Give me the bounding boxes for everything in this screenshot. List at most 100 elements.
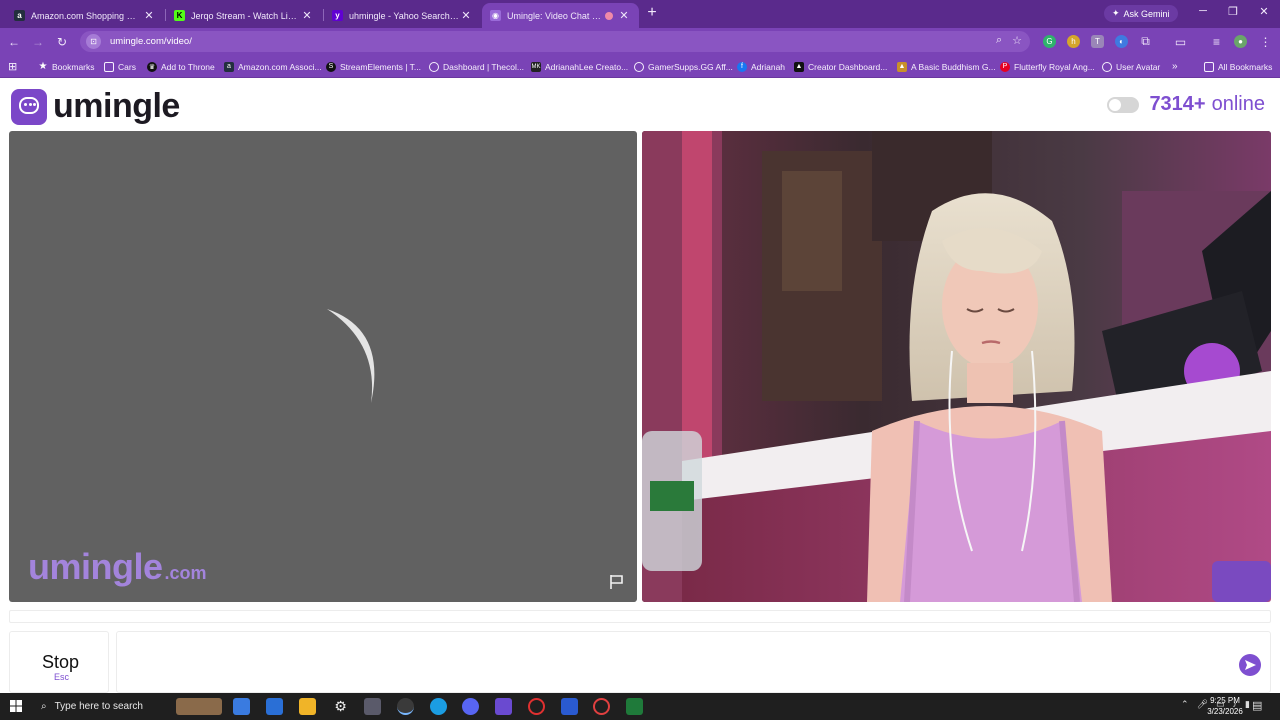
site-logo[interactable]: umingle: [11, 87, 180, 126]
taskbar-clock[interactable]: 9:25 PM 3/23/2026: [1203, 695, 1247, 717]
logo-text: umingle: [53, 87, 180, 125]
windows-start-icon[interactable]: [10, 700, 22, 712]
cast-icon[interactable]: ▭: [1174, 35, 1187, 49]
tab-amazon-cart[interactable]: a Amazon.com Shopping Cart ✕: [6, 3, 164, 28]
file-explorer-icon[interactable]: [299, 698, 316, 715]
pinterest-icon: P: [1000, 61, 1010, 72]
copilot-app-icon[interactable]: [495, 698, 512, 715]
chrome-icon[interactable]: [397, 698, 414, 715]
media-controls-icon[interactable]: ≡: [1210, 35, 1223, 49]
apps-grid-icon[interactable]: ⊞: [8, 60, 17, 73]
search-icon: ⌕: [41, 701, 47, 712]
bookmark-label: Add to Throne: [161, 61, 215, 72]
amazon-icon: a: [224, 61, 234, 72]
discord-icon[interactable]: [462, 698, 479, 715]
tab-kick-stream[interactable]: K Jerqo Stream - Watch Live on K ✕: [166, 3, 322, 28]
globe-icon: [429, 61, 439, 72]
grammarly-extension-icon[interactable]: G: [1043, 35, 1056, 48]
stop-shortcut-hint: Esc: [54, 672, 70, 682]
online-count: 7314+: [1149, 93, 1206, 115]
bookmark-item[interactable]: ★ Bookmarks: [38, 60, 95, 73]
close-tab-icon[interactable]: ✕: [459, 9, 473, 22]
menu-kebab-icon[interactable]: ⋮: [1259, 35, 1272, 49]
bookmark-item[interactable]: P Flutterfly Royal Ang...: [1000, 60, 1095, 73]
opera-icon[interactable]: [528, 698, 545, 715]
address-bar[interactable]: ⊡ umingle.com/video/ ⌕ ☆: [80, 31, 1030, 52]
bookmark-item[interactable]: ▲ A Basic Buddhism G...: [897, 60, 996, 73]
online-label: online: [1211, 93, 1265, 115]
stop-button[interactable]: Stop Esc: [9, 631, 109, 693]
edge-icon[interactable]: [430, 698, 447, 715]
kick-icon: K: [174, 10, 185, 21]
umingle-page: umingle 7314+ online umingle .com Stop E…: [0, 79, 1280, 693]
site-info-icon[interactable]: ⊡: [86, 34, 101, 49]
extension-t-icon[interactable]: T: [1091, 35, 1104, 48]
yahoo-icon: y: [332, 10, 343, 21]
store-icon[interactable]: [364, 698, 381, 715]
all-bookmarks-button[interactable]: All Bookmarks: [1204, 60, 1272, 73]
tab-umingle[interactable]: ◉ Umingle: Video Chat with S ✕: [482, 3, 639, 28]
mk-icon: MK: [531, 61, 541, 72]
extension-blue-icon[interactable]: ◐: [1115, 35, 1128, 48]
minimize-icon[interactable]: ─: [1196, 5, 1210, 17]
close-tab-icon[interactable]: ✕: [300, 9, 314, 22]
close-window-icon[interactable]: ✕: [1257, 5, 1271, 18]
tab-title: Jerqo Stream - Watch Live on K: [191, 10, 300, 21]
app-blue-icon[interactable]: [561, 698, 578, 715]
chat-message-input[interactable]: [116, 631, 1271, 693]
copilot-icon[interactable]: [233, 698, 250, 715]
extensions-puzzle-icon[interactable]: ⧉: [1139, 34, 1152, 48]
reload-icon[interactable]: ↻: [54, 34, 70, 50]
bookmark-star-icon[interactable]: ☆: [1012, 34, 1022, 47]
tab-title: uhmingle - Yahoo Search Resul: [349, 10, 459, 21]
close-tab-icon[interactable]: ✕: [142, 9, 156, 22]
theme-toggle[interactable]: [1107, 96, 1140, 113]
globe-icon: [1102, 61, 1112, 72]
bookmark-item[interactable]: Cars: [104, 60, 136, 73]
back-icon[interactable]: ←: [6, 34, 22, 50]
globe-icon: [634, 61, 644, 72]
tab-yahoo-search[interactable]: y uhmingle - Yahoo Search Resul ✕: [324, 3, 481, 28]
bookmark-label: Bookmarks: [52, 61, 95, 72]
bookmark-item[interactable]: a Amazon.com Associ...: [224, 60, 322, 73]
honey-extension-icon[interactable]: h: [1067, 35, 1080, 48]
bookmark-item[interactable]: User Avatar: [1102, 60, 1160, 73]
forward-icon[interactable]: →: [30, 34, 46, 50]
webcam-feed-image: [642, 131, 1271, 602]
browser-toolbar: ← → ↻ ⊡ umingle.com/video/ ⌕ ☆ G h T ◐ ⧉…: [0, 28, 1280, 55]
buddhism-icon: ▲: [897, 61, 907, 72]
send-message-button[interactable]: [1239, 654, 1261, 676]
zoom-icon[interactable]: ⌕: [996, 34, 1002, 47]
bookmark-item[interactable]: MK AdrianahLee Creato...: [531, 60, 628, 73]
stop-label: Stop: [42, 652, 80, 672]
more-bookmarks-chevron-icon[interactable]: »: [1172, 60, 1178, 73]
settings-gear-icon[interactable]: ⚙: [332, 698, 349, 715]
task-view-icon[interactable]: [266, 698, 283, 715]
bookmark-label: StreamElements | T...: [340, 61, 421, 72]
app-green-icon[interactable]: [626, 698, 643, 715]
bookmark-item[interactable]: ▲ Creator Dashboard...: [794, 60, 887, 73]
bookmark-item[interactable]: ♛ Add to Throne: [147, 60, 215, 73]
notification-icon[interactable]: ▤: [1252, 699, 1262, 712]
profile-avatar[interactable]: ●: [1234, 35, 1247, 48]
app-red-icon[interactable]: [593, 698, 610, 715]
close-tab-icon[interactable]: ✕: [617, 9, 631, 22]
bookmark-item[interactable]: f Adrianah: [737, 60, 785, 73]
tab-title: Amazon.com Shopping Cart: [31, 10, 142, 21]
bookmark-item[interactable]: S StreamElements | T...: [326, 60, 421, 73]
folder-icon: [1204, 61, 1214, 72]
new-tab-button[interactable]: +: [644, 5, 660, 21]
bookmark-label: Amazon.com Associ...: [238, 61, 322, 72]
bookmark-item[interactable]: Dashboard | Thecol...: [429, 60, 524, 73]
bookmark-label: GamerSupps.GG Aff...: [648, 61, 733, 72]
search-highlight-image[interactable]: [176, 698, 222, 715]
report-flag-icon[interactable]: [609, 574, 625, 590]
watermark-main: umingle: [28, 546, 163, 587]
tray-chevron-icon[interactable]: ⌃: [1181, 699, 1189, 710]
recording-indicator-icon: [605, 11, 613, 20]
restore-icon[interactable]: ❐: [1226, 5, 1240, 18]
facebook-icon: f: [737, 61, 747, 72]
gemini-icon: ✦: [1112, 8, 1120, 18]
bookmark-item[interactable]: GamerSupps.GG Aff...: [634, 60, 733, 73]
ask-gemini-button[interactable]: ✦ Ask Gemini: [1104, 5, 1178, 22]
